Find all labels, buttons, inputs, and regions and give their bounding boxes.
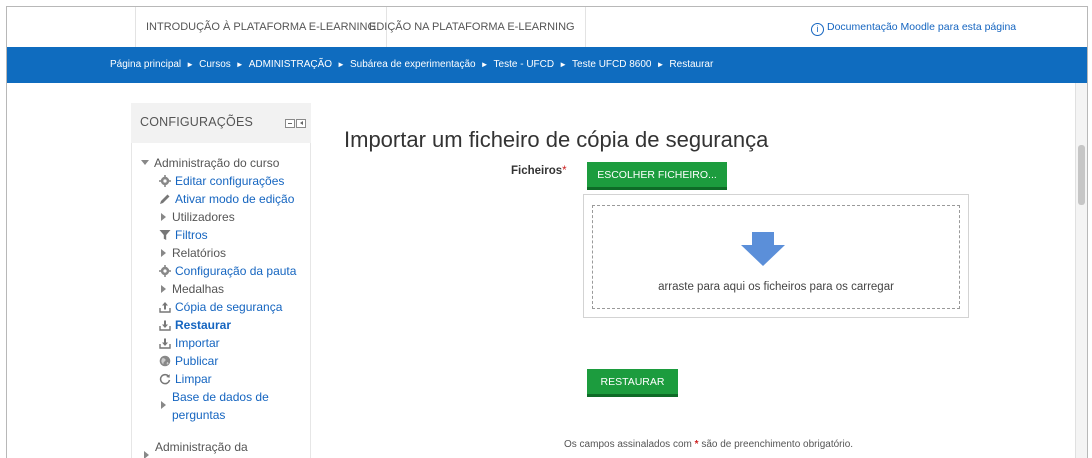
note-text-after: são de preenchimento obrigatório. <box>701 439 854 450</box>
breadcrumb-bar: Página principal ► Cursos ► ADMINISTRAÇÃO ► Su… <box>7 47 1087 83</box>
sidebar-item-label: Editar configurações <box>175 174 285 188</box>
breadcrumb-course[interactable]: Teste UFCD 8600 <box>572 59 651 70</box>
sidebar-item-ativar-edicao[interactable]: Ativar modo de edição <box>159 190 294 208</box>
upload-icon <box>159 302 171 313</box>
breadcrumb-separator: ► <box>656 60 665 69</box>
gear-icon <box>159 265 171 277</box>
moodle-docs-link[interactable]: i Documentação Moodle para esta página <box>811 7 1016 47</box>
download-icon <box>159 320 171 331</box>
restore-button[interactable]: RESTAURAR <box>587 369 678 397</box>
breadcrumb-separator: ► <box>480 60 489 69</box>
note-text-before: Os campos assinalados com <box>564 439 692 450</box>
vertical-scrollbar[interactable] <box>1075 83 1087 458</box>
required-asterisk: * <box>694 439 699 450</box>
breadcrumb-home[interactable]: Página principal <box>110 59 181 70</box>
files-label: Ficheiros* <box>511 165 567 177</box>
sidebar-item-label: Ativar modo de edição <box>175 192 295 206</box>
settings-tree: Administração do curso Editar configuraç… <box>131 143 311 458</box>
tree-site-admin-label-block: Administração daplataforma <box>155 438 248 458</box>
sidebar-item-medalhas[interactable]: Medalhas <box>161 280 224 298</box>
expand-arrow-icon <box>161 401 166 409</box>
scrollbar-thumb[interactable] <box>1078 145 1085 205</box>
tree-site-admin-label: Administração da <box>155 440 248 454</box>
sidebar-item-copia-seguranca[interactable]: Cópia de segurança <box>159 298 282 316</box>
sidebar-item-label: Importar <box>175 336 220 350</box>
gear-icon <box>159 175 171 187</box>
breadcrumb-cursos[interactable]: Cursos <box>199 59 231 70</box>
breadcrumb-subarea[interactable]: Subárea de experimentação <box>350 59 476 70</box>
sidebar-item-publicar[interactable]: Publicar <box>159 352 218 370</box>
sidebar-item-restaurar[interactable]: Restaurar <box>159 316 231 334</box>
tree-site-admin[interactable]: Administração daplataforma <box>144 438 248 458</box>
moodle-docs-label: Documentação Moodle para esta página <box>827 21 1017 33</box>
sidebar-item-label: Filtros <box>175 228 208 242</box>
sidebar-item-base-dados-perguntas[interactable]: Base de dados de perguntas <box>161 388 269 424</box>
files-label-text: Ficheiros <box>511 165 563 177</box>
sidebar-item-label: Base de dados de <box>172 390 269 404</box>
expand-arrow-icon <box>161 249 166 257</box>
breadcrumb: Página principal ► Cursos ► ADMINISTRAÇÃO ► Su… <box>110 47 713 83</box>
sidebar-item-relatorios[interactable]: Relatórios <box>161 244 226 262</box>
breadcrumb-separator: ► <box>337 60 345 69</box>
dropzone-text: arraste para aqui os ficheiros para os c… <box>658 281 894 293</box>
settings-block-header: CONFIGURAÇÕES <box>131 103 311 143</box>
browser-frame: INTRODUÇÃO À PLATAFORMA E-LEARNING EDIÇÃ… <box>6 6 1088 458</box>
sidebar-item-label: Restaurar <box>175 318 232 332</box>
expand-arrow-icon <box>161 285 166 293</box>
collapse-arrow-icon <box>141 160 149 165</box>
info-icon: i <box>811 23 824 36</box>
breadcrumb-teste-ufcd[interactable]: Teste - UFCD <box>494 59 555 70</box>
globe-icon <box>159 355 171 367</box>
expand-arrow-icon <box>161 213 166 221</box>
sidebar-item-label: Cópia de segurança <box>175 300 283 314</box>
dropzone-dashed-area[interactable]: arraste para aqui os ficheiros para os c… <box>592 205 960 309</box>
sidebar-item-label: Limpar <box>175 372 212 386</box>
arrow-down-icon <box>741 232 785 266</box>
dock-block-icon[interactable] <box>296 119 306 128</box>
sidebar-item-utilizadores[interactable]: Utilizadores <box>161 208 235 226</box>
funnel-icon <box>159 230 171 240</box>
settings-block: CONFIGURAÇÕES Administração do curso Edi… <box>131 103 311 458</box>
sidebar-item-importar[interactable]: Importar <box>159 334 220 352</box>
pencil-icon <box>160 194 170 204</box>
nav-tab-intro[interactable]: INTRODUÇÃO À PLATAFORMA E-LEARNING <box>135 7 388 47</box>
collapse-block-icon[interactable] <box>285 119 295 128</box>
sidebar-item-label-block: Base de dados de perguntas <box>172 388 269 424</box>
choose-file-button[interactable]: ESCOLHER FICHEIRO... <box>587 162 727 190</box>
sidebar-item-configuracao-pauta[interactable]: Configuração da pauta <box>159 262 296 280</box>
required-asterisk: * <box>562 165 567 177</box>
page-title: Importar um ficheiro de cópia de seguran… <box>344 127 769 152</box>
sidebar-item-label-line2: perguntas <box>172 408 226 422</box>
sidebar-item-filtros[interactable]: Filtros <box>159 226 208 244</box>
sidebar-item-editar-configuracoes[interactable]: Editar configurações <box>159 172 284 190</box>
top-navigation: INTRODUÇÃO À PLATAFORMA E-LEARNING EDIÇÃ… <box>7 7 1087 48</box>
breadcrumb-separator: ► <box>235 60 244 69</box>
sidebar-item-label: Relatórios <box>172 246 227 260</box>
sidebar-item-label: Publicar <box>175 354 219 368</box>
sidebar-item-label: Medalhas <box>172 282 225 296</box>
file-dropzone[interactable]: arraste para aqui os ficheiros para os c… <box>583 194 969 318</box>
breadcrumb-restaurar[interactable]: Restaurar <box>669 59 713 70</box>
download-icon <box>159 338 171 349</box>
sidebar-item-label: Utilizadores <box>172 210 235 224</box>
breadcrumb-separator: ► <box>559 60 568 69</box>
settings-block-title: CONFIGURAÇÕES <box>140 115 254 129</box>
tree-course-admin[interactable]: Administração do curso <box>141 154 279 172</box>
breadcrumb-administracao[interactable]: ADMINISTRAÇÃO <box>249 59 332 70</box>
sidebar-item-limpar[interactable]: Limpar <box>159 370 212 388</box>
sidebar-item-label: Configuração da pauta <box>175 264 297 278</box>
required-fields-note: Os campos assinalados com * são de preen… <box>564 439 853 450</box>
reset-icon <box>159 373 171 385</box>
nav-tab-edicao[interactable]: EDIÇÃO NA PLATAFORMA E-LEARNING <box>359 7 586 47</box>
tree-course-admin-label: Administração do curso <box>154 156 280 170</box>
breadcrumb-separator: ► <box>186 60 195 69</box>
